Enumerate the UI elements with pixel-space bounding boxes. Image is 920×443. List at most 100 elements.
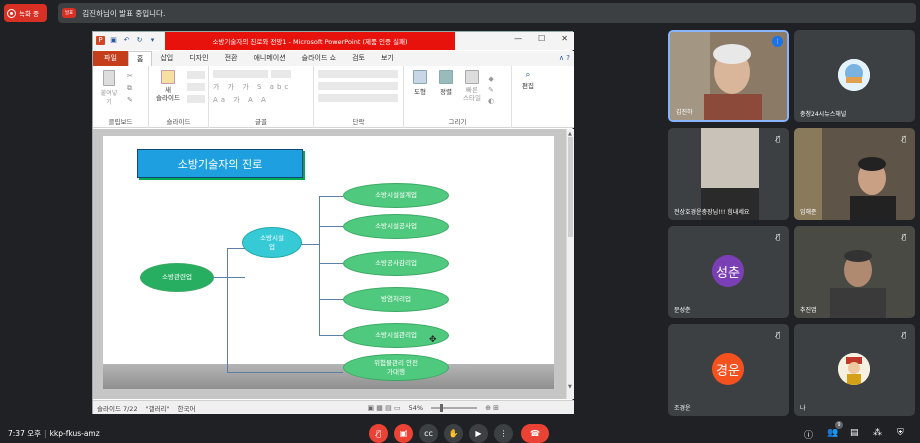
font-color-buttons[interactable]: Aa 가 A A xyxy=(213,95,269,105)
participant-name: 김진하 xyxy=(676,109,693,116)
participant-tile[interactable]: 충청24시뉴스채널 xyxy=(794,30,915,122)
raise-hand-button[interactable]: ✋ xyxy=(444,424,463,443)
present-icon: ▶ xyxy=(475,429,482,438)
avatar xyxy=(838,353,870,385)
view-buttons[interactable]: ▣ ▦ ▤ ▭ xyxy=(367,404,400,412)
connector-line xyxy=(227,372,343,373)
participant-tile[interactable]: 경운 🎙̸ 조경운 xyxy=(668,324,789,416)
mic-off-icon: 🎙̸ xyxy=(775,233,781,241)
recording-label: 녹화 중 xyxy=(19,10,40,18)
layout-button[interactable] xyxy=(187,71,205,79)
new-slide-button[interactable]: 새 슬라이드 xyxy=(153,70,183,102)
captions-button[interactable]: cc xyxy=(419,424,438,443)
participant-tile[interactable]: 🎙̸ 나 xyxy=(794,324,915,416)
connector-line xyxy=(319,196,343,197)
arrange-icon xyxy=(439,70,453,84)
list-buttons[interactable] xyxy=(318,70,398,78)
host-controls-icon[interactable]: ⛨ xyxy=(897,428,904,438)
slide-title: 소방기술자의 진로 xyxy=(137,149,303,178)
fit-slide-icon[interactable]: ⊕ ⊞ xyxy=(485,404,499,412)
participant-tile[interactable]: 성춘 🎙̸ 문성춘 xyxy=(668,226,789,318)
new-slide-label: 새 슬라이드 xyxy=(156,86,180,102)
node-leaf: 소방시설공사업 xyxy=(343,214,449,239)
tab-home[interactable]: 홈 xyxy=(127,51,153,66)
slide-scrollbar[interactable]: ▲ ▼ xyxy=(566,129,574,399)
group-clipboard: 붙여넣기 ✂ ⧉ ✎ 클립보드 xyxy=(93,66,149,128)
present-text: 김진하님이 발표 중입니다. xyxy=(82,8,166,18)
minimize-icon[interactable]: — xyxy=(514,34,522,43)
participant-tile[interactable]: 🎙̸ 임해준 xyxy=(794,128,915,220)
node-leaf: 소방시설설계업 xyxy=(343,183,449,208)
section-button[interactable] xyxy=(187,95,205,103)
cut-icon[interactable]: ✂ xyxy=(127,72,133,80)
font-name-select[interactable] xyxy=(213,70,268,78)
ppt-status-bar: 슬라이드 7/22 "갤러리" 한국어 ▣ ▦ ▤ ▭ 54% ⊕ ⊞ xyxy=(93,400,574,414)
participant-name: 추진엽 xyxy=(800,307,817,314)
shape-button[interactable]: 도형 xyxy=(408,70,432,96)
format-painter-icon[interactable]: ✎ xyxy=(127,96,133,104)
connector-line xyxy=(319,196,320,336)
record-icon xyxy=(7,8,16,18)
font-style-buttons[interactable]: 가 가 가 S abc xyxy=(213,82,291,92)
quick-style-button[interactable]: 빠른 스타일 xyxy=(460,70,484,102)
shape-format-buttons[interactable]: ◆ ✎ ◐ xyxy=(488,74,494,107)
paste-button[interactable]: 붙여넣기 xyxy=(98,70,120,106)
tab-design[interactable]: 디자인 xyxy=(181,51,216,66)
scroll-thumb[interactable] xyxy=(568,137,573,237)
avatar: 경운 xyxy=(712,353,744,385)
ribbon-help-icons[interactable]: ∧ ? xyxy=(559,54,570,62)
close-icon[interactable]: ✕ xyxy=(561,34,568,43)
camera-toggle-button[interactable]: ▣̸ xyxy=(394,424,413,443)
tab-file[interactable]: 파일 xyxy=(93,51,128,66)
info-icon[interactable]: ⓘ xyxy=(804,428,813,441)
firefighter-avatar-icon xyxy=(838,353,870,385)
tab-view[interactable]: 보기 xyxy=(373,51,402,66)
participant-tile[interactable]: 🎙̸ 전상호경운충장님!!! 힘내세요 xyxy=(668,128,789,220)
mic-toggle-button[interactable]: 🎙̸ xyxy=(369,424,388,443)
direction-buttons[interactable] xyxy=(318,82,398,90)
zoom-slider[interactable] xyxy=(431,403,478,412)
group-label-paragraph: 단락 xyxy=(352,118,365,126)
group-editing: ⌕ 편집 xyxy=(512,66,542,128)
save-icon[interactable]: ▣ xyxy=(109,36,118,45)
tab-transitions[interactable]: 전환 xyxy=(217,51,246,66)
reset-button[interactable] xyxy=(187,83,205,91)
mic-off-icon: 🎙̸ xyxy=(901,135,907,143)
current-time: 7:37 오후 xyxy=(8,429,42,438)
zoom-level[interactable]: 54% xyxy=(409,404,423,412)
scroll-down-icon[interactable]: ▼ xyxy=(568,384,572,390)
recording-indicator[interactable]: 녹화 중 xyxy=(4,4,47,22)
avatar xyxy=(838,59,870,91)
participant-tile[interactable]: 🎙̸ 추진엽 xyxy=(794,226,915,318)
maximize-icon[interactable]: ☐ xyxy=(538,34,545,43)
people-icon[interactable]: 👥 xyxy=(827,428,838,438)
connector-line xyxy=(213,277,245,278)
leave-call-button[interactable]: ☎ xyxy=(521,424,549,443)
activities-icon[interactable]: ⁂ xyxy=(873,428,882,438)
connector-line xyxy=(319,226,343,227)
language: 한국어 xyxy=(177,404,196,413)
node-mid: 소방시설 업 xyxy=(242,227,302,258)
tab-insert[interactable]: 삽입 xyxy=(152,51,181,66)
mic-off-icon: 🎙̸ xyxy=(901,233,907,241)
more-options-button[interactable]: ⋮ xyxy=(494,424,513,443)
copy-icon[interactable]: ⧉ xyxy=(127,84,132,93)
group-slides: 새 슬라이드 슬라이드 xyxy=(149,66,209,128)
redo-icon[interactable]: ↻ xyxy=(135,36,144,45)
tab-slideshow[interactable]: 슬라이드 쇼 xyxy=(294,51,344,66)
present-button[interactable]: ▶ xyxy=(469,424,488,443)
customize-icon[interactable]: ▾ xyxy=(148,36,157,45)
slide-canvas[interactable]: 소방기술자의 진로 소방관련업 소방시설 업 소방시설설계업 소방시설공사업 소… xyxy=(103,136,554,389)
edit-button[interactable]: ⌕ 편집 xyxy=(516,70,540,90)
arrange-button[interactable]: 정렬 xyxy=(434,70,458,96)
tab-review[interactable]: 검토 xyxy=(344,51,373,66)
tab-animations[interactable]: 애니메이션 xyxy=(245,51,293,66)
undo-icon[interactable]: ↶ xyxy=(122,36,131,45)
mic-off-icon: 🎙̸ xyxy=(775,331,781,339)
participant-tile[interactable]: ⋮ 김진하 xyxy=(668,30,789,122)
chat-icon[interactable]: ▤ xyxy=(850,428,859,438)
ribbon-tabs: 파일 홈 삽입 디자인 전환 애니메이션 슬라이드 쇼 검토 보기 ∧ ? xyxy=(93,51,574,66)
ppt-title-bar: P ▣ ↶ ↻ ▾ 소방기술자의 진로와 전망1 - Microsoft Pow… xyxy=(93,32,574,50)
font-size-select[interactable] xyxy=(271,70,291,78)
align-buttons[interactable] xyxy=(318,94,398,102)
